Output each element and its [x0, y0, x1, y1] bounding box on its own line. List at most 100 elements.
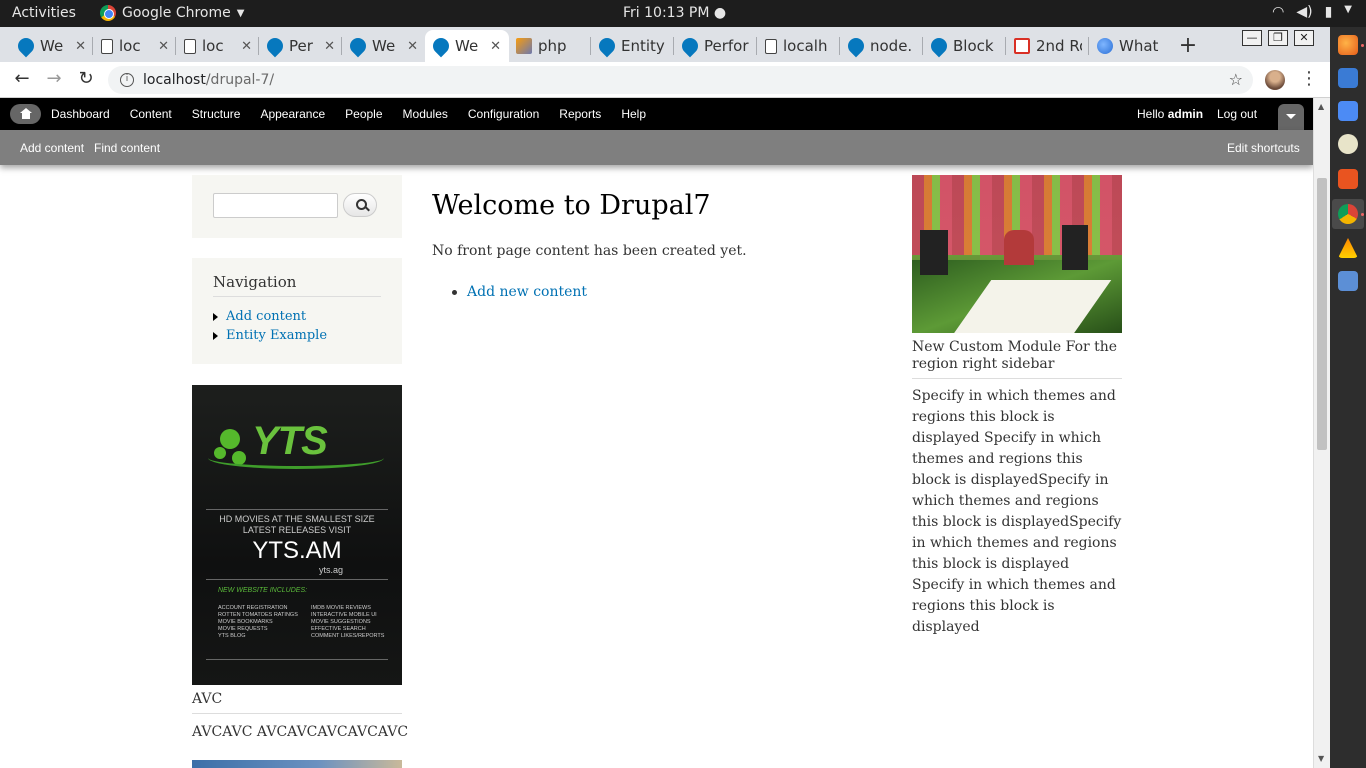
custom-block-body: Specify in which themes and regions this… [912, 388, 1122, 635]
volume-icon: ◀) [1296, 4, 1313, 20]
nav-item-add-content[interactable]: Add content [213, 309, 306, 324]
admin-menu-appearance[interactable]: Appearance [250, 107, 335, 121]
home-icon[interactable] [10, 104, 41, 124]
browser-tab[interactable]: loc ✕ [93, 30, 177, 62]
profile-avatar[interactable] [1265, 70, 1285, 90]
document-icon [184, 38, 196, 54]
site-info-icon[interactable]: i [120, 73, 134, 87]
ad-feature: MOVIE SUGGESTIONS [311, 619, 371, 625]
window-controls: — ❐ ✕ [1242, 30, 1314, 46]
admin-menu-content[interactable]: Content [120, 107, 182, 121]
close-tab-icon[interactable]: ✕ [158, 39, 169, 54]
close-tab-icon[interactable]: ✕ [407, 39, 418, 54]
browser-tab[interactable]: loc ✕ [176, 30, 260, 62]
ad-domain: YTS.AM [252, 537, 342, 564]
admin-menu-help[interactable]: Help [611, 107, 656, 121]
navigation-title: Navigation [213, 273, 297, 291]
close-tab-icon[interactable]: ✕ [324, 39, 335, 54]
divider [192, 713, 402, 714]
tab-label: php [538, 37, 567, 55]
nav-item-entity-example[interactable]: Entity Example [213, 328, 327, 343]
admin-menu-structure[interactable]: Structure [182, 107, 251, 121]
logo-circle [220, 429, 240, 449]
tab-label: We [372, 37, 396, 55]
chrome-menu-icon[interactable]: ⋮ [1300, 68, 1318, 89]
tab-label: node. [870, 37, 913, 55]
logout-link[interactable]: Log out [1217, 107, 1257, 121]
address-bar[interactable]: i localhost/drupal-7/ ☆ [108, 66, 1253, 94]
search-input[interactable] [213, 193, 338, 218]
tab-label: We [455, 37, 479, 55]
ad-feature: MOVIE REQUESTS [218, 626, 268, 632]
page-title: Welcome to Drupal7 [432, 190, 711, 221]
edit-shortcuts-link[interactable]: Edit shortcuts [1227, 141, 1300, 155]
browser-tab[interactable]: Perfor [674, 30, 758, 62]
scroll-down-icon[interactable]: ▼ [1318, 754, 1324, 763]
browser-tab[interactable]: We ✕ [425, 30, 509, 62]
close-tab-icon[interactable]: ✕ [241, 39, 252, 54]
new-tab-button[interactable]: + [1176, 33, 1200, 58]
text-editor-icon[interactable] [1338, 101, 1358, 121]
ad-feature: COMMENT LIKES/REPORTS [311, 633, 385, 639]
maximize-icon[interactable]: ❐ [1268, 30, 1288, 46]
chrome-icon [100, 5, 116, 21]
chevron-down-icon: ▼ [236, 7, 245, 19]
nav-item-label: Entity Example [226, 328, 328, 343]
shortcut-add-content[interactable]: Add content [20, 141, 84, 155]
browser-tab[interactable]: Per ✕ [259, 30, 343, 62]
page-scrollbar[interactable]: ▲ ▼ [1313, 98, 1330, 768]
close-tab-icon[interactable]: ✕ [490, 39, 501, 54]
vlc-icon[interactable] [1338, 238, 1358, 258]
browser-tab[interactable]: What [1089, 30, 1173, 62]
system-tray[interactable]: ◠ ◀) ▮ ▼ [1272, 4, 1352, 20]
admin-menu-configuration[interactable]: Configuration [458, 107, 549, 121]
url-host: localhost [143, 72, 206, 88]
chrome-dock-icon[interactable] [1338, 204, 1358, 224]
scroll-up-icon[interactable]: ▲ [1318, 102, 1324, 111]
add-new-content-item: Add new content [452, 284, 587, 300]
browser-tab[interactable]: 2nd Ro [1006, 30, 1090, 62]
yts-advertisement[interactable]: YTS HD MOVIES AT THE SMALLEST SIZE LATES… [192, 385, 402, 685]
clock[interactable]: Fri 10:13 PM ● [623, 5, 726, 21]
admin-menu-reports[interactable]: Reports [549, 107, 611, 121]
username-link[interactable]: admin [1168, 107, 1203, 121]
app-menu[interactable]: Google Chrome ▼ [100, 5, 244, 21]
admin-menu-people[interactable]: People [335, 107, 392, 121]
search-button[interactable] [343, 193, 377, 217]
activities-button[interactable]: Activities [12, 5, 76, 21]
globe-icon [1097, 38, 1113, 54]
shortcut-find-content[interactable]: Find content [94, 141, 160, 155]
app-name: Google Chrome [122, 5, 231, 21]
close-window-icon[interactable]: ✕ [1294, 30, 1314, 46]
browser-tab[interactable]: We ✕ [10, 30, 94, 62]
drupal-icon [927, 34, 951, 58]
toolbar-toggle-button[interactable] [1278, 104, 1304, 130]
firefox-icon[interactable] [1338, 35, 1358, 55]
ad-feature: ACCOUNT REGISTRATION [218, 605, 288, 611]
admin-menu-modules[interactable]: Modules [393, 107, 458, 121]
browser-tab[interactable]: php [508, 30, 592, 62]
browser-tab[interactable]: node. [840, 30, 924, 62]
chat-app-icon[interactable] [1338, 68, 1358, 88]
browser-tab[interactable]: Block [923, 30, 1007, 62]
minimize-icon[interactable]: — [1242, 30, 1262, 46]
browser-tab[interactable]: We ✕ [342, 30, 426, 62]
navigation-block: Navigation Add content Entity Example [192, 258, 402, 364]
drupal-icon [844, 34, 868, 58]
bookmark-star-icon[interactable]: ☆ [1229, 70, 1243, 89]
front-page-message: No front page content has been created y… [432, 243, 747, 259]
forward-icon[interactable]: → [42, 68, 66, 89]
virtualbox-icon[interactable] [1338, 271, 1358, 291]
admin-menu-dashboard[interactable]: Dashboard [41, 107, 120, 121]
scrollbar-thumb[interactable] [1317, 178, 1327, 450]
software-center-icon[interactable] [1338, 169, 1358, 189]
browser-tab[interactable]: localh [757, 30, 841, 62]
close-tab-icon[interactable]: ✕ [75, 39, 86, 54]
ad-feature: EFFECTIVE SEARCH [311, 626, 366, 632]
reload-icon[interactable]: ↻ [74, 68, 98, 89]
back-icon[interactable]: ← [10, 68, 34, 89]
disk-icon[interactable] [1338, 134, 1358, 154]
browser-tab[interactable]: Entity [591, 30, 675, 62]
running-indicator [1361, 213, 1364, 216]
add-new-content-link[interactable]: Add new content [467, 284, 587, 300]
